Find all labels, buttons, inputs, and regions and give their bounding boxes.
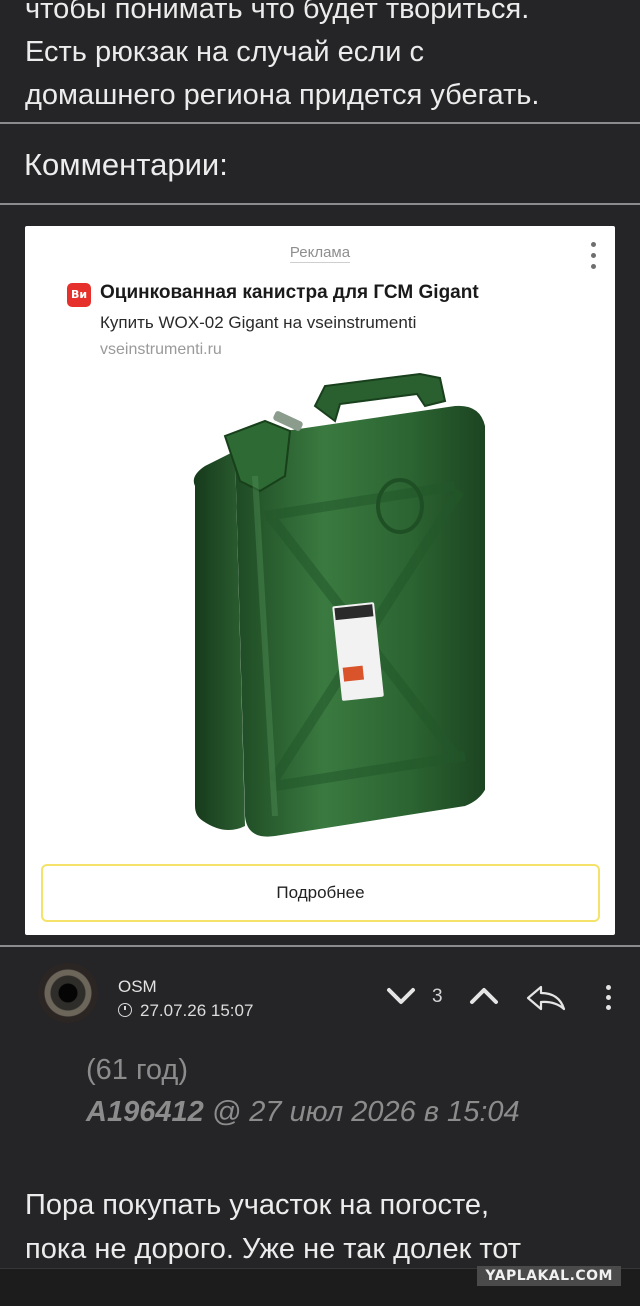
ad-label: Реклама (289, 244, 351, 263)
quote-meta: A196412 @ 27 июл 2026 в 15:04 (86, 1096, 520, 1129)
quote-user[interactable]: A196412 (86, 1096, 204, 1128)
ad-subtitle[interactable]: Купить WOX-02 Gigant на vseinstrumenti (100, 313, 416, 333)
comment-author[interactable]: OSM (118, 977, 157, 997)
ad-domain[interactable]: vseinstrumenti.ru (100, 341, 222, 359)
divider (0, 122, 640, 124)
ad-card[interactable]: Реклама Ви Оцинкованная канистра для ГСМ… (25, 226, 615, 935)
comment-text: Пора покупать участок на погосте, пока н… (25, 1183, 625, 1271)
comment-text-line: пока не дорого. Уже не так долек тот (25, 1233, 522, 1265)
comments-title: Комментарии: (24, 147, 228, 182)
ad-menu-icon[interactable] (589, 242, 597, 274)
comment-text-line: Пора покупать участок на погосте, (25, 1189, 490, 1221)
post-text: чтобы понимать что будет твориться. Есть… (25, 0, 625, 117)
comment-header: OSM 27.07.26 15:07 3 (0, 955, 640, 1035)
post-text-line: домашнего региона придется убегать. (25, 79, 540, 111)
quote-age: (61 год) (86, 1054, 188, 1086)
post-text-line: Есть рюкзак на случай если с (25, 36, 424, 68)
quote-timestamp: @ 27 июл 2026 в 15:04 (203, 1096, 520, 1128)
clock-icon (118, 1003, 132, 1017)
avatar[interactable] (38, 963, 98, 1023)
comment-date: 27.07.26 15:07 (140, 1001, 254, 1020)
divider (0, 203, 640, 205)
post-text-line: чтобы понимать что будет твориться. (25, 0, 530, 25)
reply-icon[interactable] (525, 983, 567, 1013)
vote-down-icon[interactable] (385, 985, 417, 1007)
divider (0, 945, 640, 947)
jerry-can-image[interactable] (155, 366, 485, 851)
more-menu-icon[interactable] (604, 985, 612, 1011)
watermark-logo: YAPLAKAL.COM (477, 1266, 621, 1286)
vote-up-icon[interactable] (468, 985, 500, 1007)
vote-count: 3 (432, 986, 443, 1007)
ad-title[interactable]: Оцинкованная канистра для ГСМ Gigant (100, 282, 479, 304)
ad-more-button[interactable]: Подробнее (41, 864, 600, 922)
ad-favicon-icon: Ви (67, 283, 91, 307)
